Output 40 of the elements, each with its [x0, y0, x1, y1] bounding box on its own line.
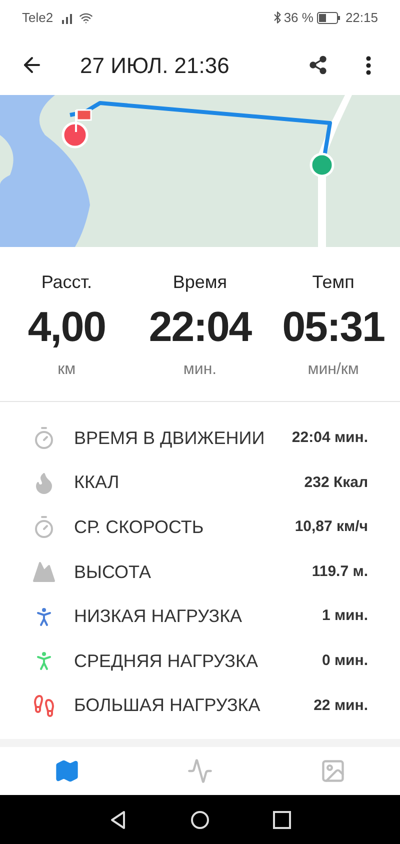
stat-value: 4,00 — [28, 302, 106, 352]
recents-nav-button[interactable] — [272, 810, 292, 830]
page-title: 27 ИЮЛ. 21:36 — [80, 52, 230, 80]
back-nav-button[interactable] — [108, 810, 128, 830]
stat-label: Расст. — [41, 270, 92, 294]
stat-label: Время — [172, 270, 228, 294]
detail-label: СРЕДНЯЯ НАГРУЗКА — [74, 650, 259, 673]
circle-icon — [190, 810, 210, 830]
detail-label: БОЛЬШАЯ НАГРУЗКА — [74, 694, 262, 718]
stat-unit: мин/км — [308, 360, 359, 380]
detail-label: ВРЕМЯ В ДВИЖЕНИИ — [74, 426, 266, 450]
detail-label: ККАЛ — [74, 471, 120, 494]
more-icon — [366, 56, 370, 74]
stat-unit: мин. — [183, 360, 217, 380]
home-nav-button[interactable] — [190, 810, 210, 830]
battery-percent: 36 % — [284, 8, 314, 27]
detail-value: 10,87 км/ч — [294, 517, 368, 538]
battery-icon — [317, 12, 342, 24]
detail-value: 22:04 мин. — [292, 428, 368, 448]
image-icon — [320, 758, 346, 784]
line-chart-icon — [186, 758, 213, 784]
detail-label: НИЗКАЯ НАГРУЗКА — [74, 605, 244, 628]
detail-value: 0 мин. — [322, 651, 368, 672]
detail-value: 119.7 м. — [312, 562, 368, 582]
stat-value: 22:04 — [148, 302, 252, 352]
wifi-icon — [79, 10, 94, 24]
square-icon — [272, 810, 292, 830]
detail-value: 1 мин. — [322, 606, 368, 626]
carrier-label: Tele2 — [22, 8, 54, 27]
stat-unit: км — [58, 360, 76, 380]
detail-value: 232 Ккал — [304, 472, 368, 493]
clock: 22:15 — [345, 8, 378, 27]
triangle-icon — [108, 810, 128, 830]
share-icon — [308, 55, 328, 75]
stat-value: 05:31 — [282, 302, 384, 352]
detail-label: ВЫСОТА — [74, 560, 152, 584]
detail-label: СР. СКОРОСТЬ — [74, 516, 205, 539]
detail-value: 22 мин. — [314, 696, 368, 716]
stat-label: Темп — [312, 270, 354, 294]
map-icon — [54, 758, 80, 784]
